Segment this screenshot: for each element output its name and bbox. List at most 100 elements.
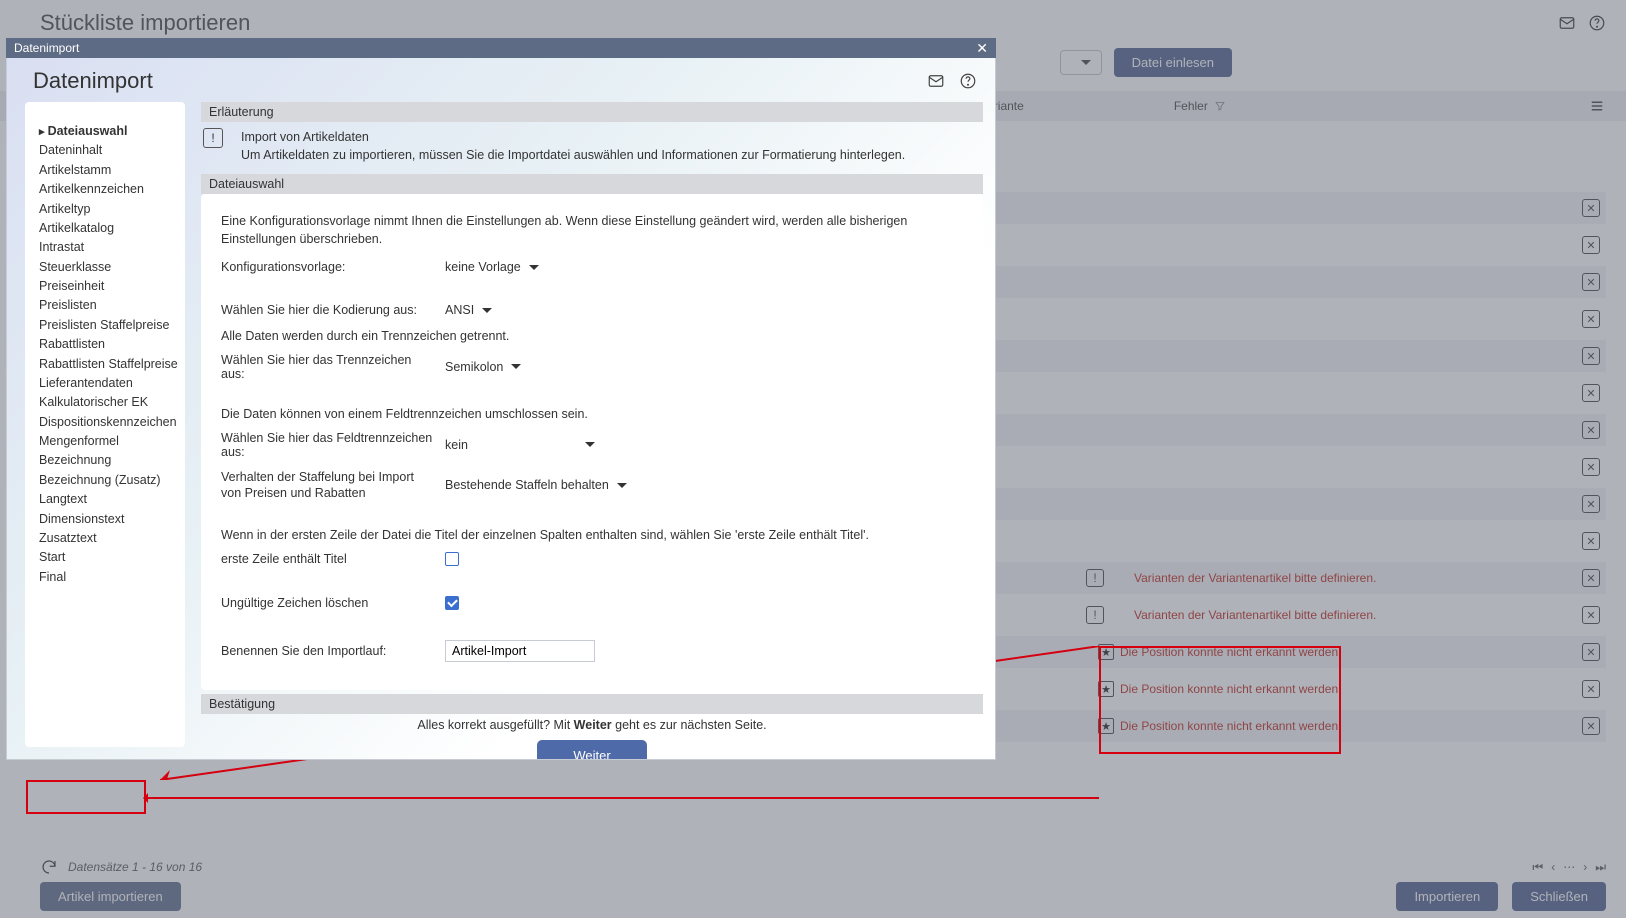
- wizard-step-bezeichnung[interactable]: Bezeichnung: [39, 451, 171, 470]
- info-icon: !: [203, 128, 223, 148]
- modal-titlebar[interactable]: Datenimport ✕: [6, 38, 996, 58]
- help-icon[interactable]: [959, 72, 977, 90]
- data-import-modal: Datenimport DateiauswahlDateninhaltArtik…: [6, 58, 996, 760]
- field-sep-label: Wählen Sie hier das Feldtrennzeichen aus…: [221, 431, 435, 459]
- separator-select[interactable]: Semikolon: [445, 358, 521, 375]
- modal-titlebar-label: Datenimport: [14, 41, 79, 55]
- next-button[interactable]: Weiter: [537, 740, 647, 759]
- pager-dots-icon[interactable]: ⋯: [1563, 860, 1575, 874]
- encoding-select[interactable]: ANSI: [445, 302, 492, 319]
- delete-row-icon[interactable]: ✕: [1582, 643, 1600, 661]
- delete-row-icon[interactable]: ✕: [1582, 347, 1600, 365]
- close-button[interactable]: Schließen: [1512, 882, 1606, 911]
- wizard-step-start[interactable]: Start: [39, 548, 171, 567]
- delete-row-icon[interactable]: ✕: [1582, 236, 1600, 254]
- column-header-fehler[interactable]: Fehler: [1174, 99, 1226, 113]
- confirm-pre: Alles korrekt ausgefüllt? Mit: [417, 718, 573, 732]
- titlerow-checkbox[interactable]: [445, 552, 459, 566]
- wizard-step-artikelstamm[interactable]: Artikelstamm: [39, 161, 171, 180]
- confirm-bold: Weiter: [574, 718, 612, 732]
- delete-row-icon[interactable]: ✕: [1582, 495, 1600, 513]
- wizard-step-kalkulatorischer-ek[interactable]: Kalkulatorischer EK: [39, 393, 171, 412]
- delete-row-icon[interactable]: ✕: [1582, 717, 1600, 735]
- wizard-step-intrastat[interactable]: Intrastat: [39, 238, 171, 257]
- wizard-step-artikeltyp[interactable]: Artikeltyp: [39, 200, 171, 219]
- section-dateiauswahl: Dateiauswahl: [201, 174, 983, 194]
- wizard-step-langtext[interactable]: Langtext: [39, 490, 171, 509]
- error-message: Varianten der Variantenartikel bitte def…: [1134, 608, 1376, 622]
- importname-label: Benennen Sie den Importlauf:: [221, 644, 435, 658]
- mail-icon[interactable]: [1558, 14, 1576, 32]
- page-title: Stückliste importieren: [40, 10, 250, 36]
- delete-row-icon[interactable]: ✕: [1582, 569, 1600, 587]
- pager-next-icon[interactable]: ›: [1583, 860, 1587, 874]
- scale-label: Verhalten der Staffelung bei Import von …: [221, 469, 435, 503]
- wizard-step-dimensionstext[interactable]: Dimensionstext: [39, 510, 171, 529]
- wizard-step-rabattlisten[interactable]: Rabattlisten: [39, 335, 171, 354]
- pager-prev-icon[interactable]: ‹: [1551, 860, 1555, 874]
- warning-icon: !: [1086, 569, 1104, 587]
- wizard-step-lieferantendaten[interactable]: Lieferantendaten: [39, 374, 171, 393]
- field-sep-note: Die Daten können von einem Feldtrennzeic…: [221, 407, 963, 421]
- invalidchars-checkbox-label: Ungültige Zeichen löschen: [221, 596, 435, 610]
- section-erlaeuterung: Erläuterung: [201, 102, 983, 122]
- wizard-step-rabattlisten-staffelpreise[interactable]: Rabattlisten Staffelpreise: [39, 355, 171, 374]
- wizard-step-zusatztext[interactable]: Zusatztext: [39, 529, 171, 548]
- delete-row-icon[interactable]: ✕: [1582, 310, 1600, 328]
- titlerow-checkbox-label: erste Zeile enthält Titel: [221, 552, 435, 566]
- wizard-step-preislisten[interactable]: Preislisten: [39, 296, 171, 315]
- config-template-select[interactable]: keine Vorlage: [445, 259, 539, 276]
- delete-row-icon[interactable]: ✕: [1582, 273, 1600, 291]
- wizard-step-bezeichnung-zusatz-[interactable]: Bezeichnung (Zusatz): [39, 471, 171, 490]
- star-icon[interactable]: ★: [1098, 644, 1114, 660]
- warning-icon: !: [1086, 606, 1104, 624]
- delete-row-icon[interactable]: ✕: [1582, 458, 1600, 476]
- field-sep-value: kein: [445, 438, 468, 452]
- star-icon[interactable]: ★: [1098, 681, 1114, 697]
- invalidchars-checkbox[interactable]: [445, 596, 459, 610]
- wizard-step-preiseinheit[interactable]: Preiseinheit: [39, 277, 171, 296]
- config-template-label: Konfigurationsvorlage:: [221, 260, 435, 274]
- star-icon[interactable]: ★: [1098, 718, 1114, 734]
- scale-value: Bestehende Staffeln behalten: [445, 478, 609, 492]
- field-sep-select[interactable]: kein: [445, 436, 595, 453]
- refresh-icon[interactable]: [40, 858, 58, 876]
- wizard-step-dispositionskennzeichen[interactable]: Dispositionskennzeichen: [39, 413, 171, 432]
- modal-title: Datenimport: [33, 68, 153, 94]
- filter-icon[interactable]: [1214, 100, 1226, 112]
- wizard-nav: DateiauswahlDateninhaltArtikelstammArtik…: [25, 102, 185, 747]
- wizard-step-mengenformel[interactable]: Mengenformel: [39, 432, 171, 451]
- column-menu-icon[interactable]: [1588, 97, 1606, 115]
- config-template-value: keine Vorlage: [445, 260, 521, 274]
- wizard-step-final[interactable]: Final: [39, 568, 171, 587]
- erl-title: Import von Artikeldaten: [241, 128, 905, 146]
- import-button[interactable]: Importieren: [1396, 882, 1498, 911]
- wizard-step-dateiauswahl[interactable]: Dateiauswahl: [39, 122, 171, 141]
- delete-row-icon[interactable]: ✕: [1582, 606, 1600, 624]
- importname-input[interactable]: [445, 640, 595, 662]
- file-type-select[interactable]: [1060, 50, 1102, 75]
- delete-row-icon[interactable]: ✕: [1582, 680, 1600, 698]
- pager-first-icon[interactable]: ⏮: [1532, 860, 1543, 875]
- wizard-step-preislisten-staffelpreise[interactable]: Preislisten Staffelpreise: [39, 316, 171, 335]
- encoding-label: Wählen Sie hier die Kodierung aus:: [221, 303, 435, 317]
- wizard-step-artikelkennzeichen[interactable]: Artikelkennzeichen: [39, 180, 171, 199]
- delete-row-icon[interactable]: ✕: [1582, 532, 1600, 550]
- separator-value: Semikolon: [445, 360, 503, 374]
- intro-text: Eine Konfigurationsvorlage nimmt Ihnen d…: [221, 212, 963, 248]
- wizard-step-artikelkatalog[interactable]: Artikelkatalog: [39, 219, 171, 238]
- encoding-value: ANSI: [445, 303, 474, 317]
- delete-row-icon[interactable]: ✕: [1582, 199, 1600, 217]
- mail-icon[interactable]: [927, 72, 945, 90]
- wizard-step-steuerklasse[interactable]: Steuerklasse: [39, 258, 171, 277]
- close-icon[interactable]: ✕: [976, 40, 988, 57]
- import-articles-button[interactable]: Artikel importieren: [40, 882, 181, 911]
- confirm-text: Alles korrekt ausgefüllt? Mit Weiter geh…: [201, 714, 983, 740]
- scale-select[interactable]: Bestehende Staffeln behalten: [445, 477, 627, 494]
- delete-row-icon[interactable]: ✕: [1582, 384, 1600, 402]
- help-icon[interactable]: [1588, 14, 1606, 32]
- read-file-button[interactable]: Datei einlesen: [1114, 48, 1232, 77]
- wizard-step-dateninhalt[interactable]: Dateninhalt: [39, 141, 171, 160]
- delete-row-icon[interactable]: ✕: [1582, 421, 1600, 439]
- pager-last-icon[interactable]: ⏭: [1595, 860, 1606, 875]
